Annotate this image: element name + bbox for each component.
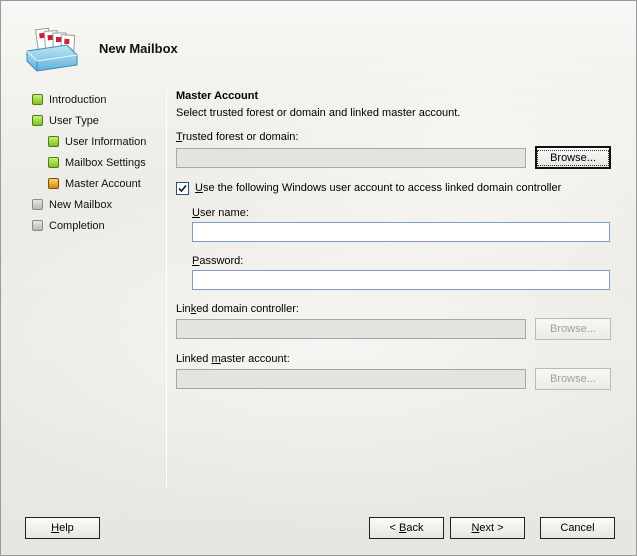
linked-dc-browse-button: Browse... <box>535 318 611 340</box>
step-master-account: Master Account <box>32 173 162 194</box>
linked-master-label: Linked master account: <box>176 353 290 365</box>
step-pending-icon <box>32 220 43 231</box>
step-user-information: User Information <box>32 131 162 152</box>
linked-master-field <box>176 369 526 389</box>
step-introduction: Introduction <box>32 89 162 110</box>
new-mailbox-wizard-window: New Mailbox Introduction User Type User … <box>0 0 637 556</box>
back-button[interactable]: < Back <box>369 517 444 539</box>
trusted-forest-input <box>177 149 525 167</box>
step-label: Introduction <box>49 93 107 106</box>
use-windows-account-checkbox[interactable] <box>176 182 189 195</box>
help-button[interactable]: Help <box>25 517 100 539</box>
use-windows-account-label[interactable]: Use the following Windows user account t… <box>195 182 561 194</box>
step-complete-icon <box>48 157 59 168</box>
page-title: Master Account <box>176 90 259 102</box>
trusted-forest-field <box>176 148 526 168</box>
trusted-forest-label: Trusted forest or domain: <box>176 131 299 143</box>
step-label: Mailbox Settings <box>65 156 146 169</box>
step-pending-icon <box>32 199 43 210</box>
step-mailbox-settings: Mailbox Settings <box>32 152 162 173</box>
step-label: Completion <box>49 219 105 232</box>
user-name-label: User name: <box>192 207 249 219</box>
step-label: New Mailbox <box>49 198 112 211</box>
step-user-type: User Type <box>32 110 162 131</box>
user-name-field[interactable] <box>192 222 610 242</box>
checkmark-icon <box>178 184 187 193</box>
step-completion: Completion <box>32 215 162 236</box>
password-input[interactable] <box>193 271 609 289</box>
step-label: User Type <box>49 114 99 127</box>
step-current-icon <box>48 178 59 189</box>
password-field[interactable] <box>192 270 610 290</box>
user-name-input[interactable] <box>193 223 609 241</box>
linked-dc-input <box>177 320 525 338</box>
trusted-forest-browse-button[interactable]: Browse... <box>535 146 611 169</box>
linked-dc-field <box>176 319 526 339</box>
step-complete-icon <box>48 136 59 147</box>
linked-dc-label: Linked domain controller: <box>176 303 299 315</box>
cancel-button[interactable]: Cancel <box>540 517 615 539</box>
password-label: Password: <box>192 255 244 267</box>
step-label: Master Account <box>65 177 141 190</box>
wizard-steps: Introduction User Type User Information … <box>32 89 162 236</box>
vertical-divider <box>166 89 167 487</box>
step-new-mailbox: New Mailbox <box>32 194 162 215</box>
mailbox-wizard-icon <box>23 25 79 75</box>
step-complete-icon <box>32 94 43 105</box>
step-complete-icon <box>32 115 43 126</box>
step-label: User Information <box>65 135 147 148</box>
linked-master-browse-button: Browse... <box>535 368 611 390</box>
page-description: Select trusted forest or domain and link… <box>176 107 461 119</box>
linked-master-input <box>177 370 525 388</box>
wizard-title: New Mailbox <box>99 41 178 56</box>
next-button[interactable]: Next > <box>450 517 525 539</box>
